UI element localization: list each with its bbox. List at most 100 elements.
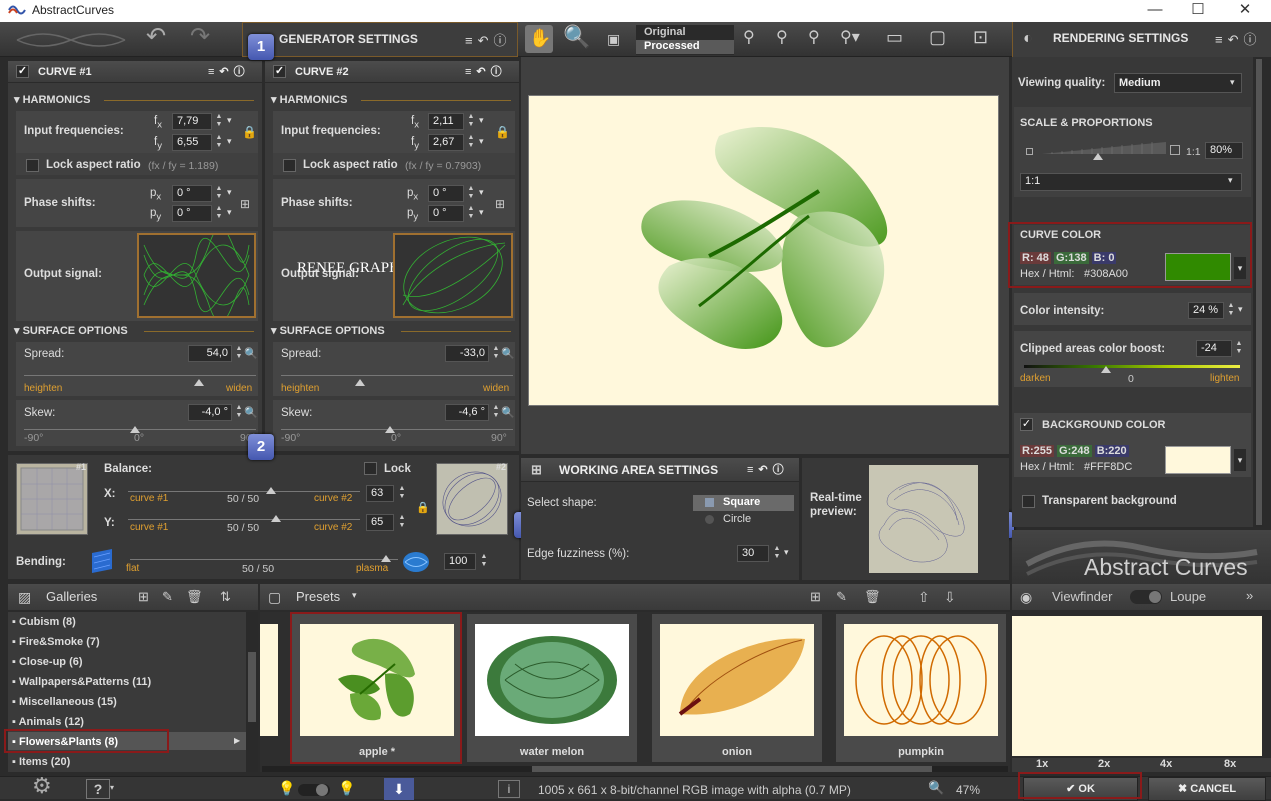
fy-input[interactable]: 6,55 <box>172 134 212 151</box>
preset-pumpkin[interactable]: pumpkin <box>836 614 1006 762</box>
py-input[interactable]: 0 ° <box>172 205 212 222</box>
skew-slider-track[interactable] <box>24 429 256 430</box>
scale-min-icon[interactable] <box>1026 148 1033 155</box>
info-icon[interactable]: i <box>498 780 520 798</box>
gallery-item-fire-smoke[interactable]: ▪ Fire&Smoke (7) <box>12 636 100 648</box>
processed-view-option[interactable]: Processed <box>636 40 734 54</box>
settings-gear-icon[interactable]: ⚙ <box>32 775 52 797</box>
lightbulb-off-icon[interactable]: 💡 <box>278 779 295 797</box>
loupe-label[interactable]: Loupe <box>1170 589 1206 604</box>
spread-slider-track[interactable] <box>24 375 256 376</box>
preset-import-icon[interactable]: ⇩ <box>944 588 956 606</box>
fy-dropdown[interactable]: ▾ <box>227 136 232 147</box>
presets-scrollbar[interactable] <box>262 766 1008 772</box>
zoom-4x[interactable]: 4x <box>1160 758 1172 770</box>
px-dropdown[interactable]: ▾ <box>227 187 232 198</box>
rendered-image[interactable] <box>528 95 999 406</box>
presets-scrollbar-thumb[interactable] <box>532 766 932 772</box>
undo-icon[interactable]: ↶ <box>146 25 166 49</box>
gallery-item-wallpapers[interactable]: ▪ Wallpapers&Patterns (11) <box>12 676 151 688</box>
bg-color-checkbox[interactable]: ✓ <box>1020 418 1033 431</box>
edge-spinner[interactable]: ▲ ▼ <box>771 545 783 562</box>
lock-aspect-checkbox[interactable] <box>26 159 39 172</box>
curve2-surface-section[interactable]: ▾ SURFACE OPTIONS <box>271 323 515 339</box>
spread-zoom-icon[interactable]: 🔍 <box>244 345 258 363</box>
lock-icon[interactable]: 🔒 <box>495 123 510 141</box>
fy-input[interactable]: 2,67 <box>428 134 464 151</box>
balance-lock-checkbox[interactable] <box>364 462 377 475</box>
close-button[interactable]: ✕ <box>1222 0 1268 22</box>
spread-zoom-icon[interactable]: 🔍 <box>501 345 515 363</box>
scale-handle[interactable] <box>1093 153 1103 160</box>
gallery-edit-icon[interactable]: ✎ <box>162 588 173 606</box>
skew-input[interactable]: -4,6 ° <box>445 404 489 421</box>
bg-hex-value[interactable]: #FFF8DC <box>1084 461 1132 473</box>
curve2-harmonics-section[interactable]: ▾ HARMONICS <box>271 92 515 108</box>
curve1-harmonics-section[interactable]: ▾ HARMONICS <box>14 92 258 108</box>
clipped-boost-input[interactable]: -24 <box>1196 340 1232 357</box>
bending-spinner[interactable]: ▲ ▼ <box>478 553 490 570</box>
color-intensity-input[interactable]: 24 % <box>1188 302 1224 319</box>
phase-link-icon[interactable]: ⊞ <box>495 195 505 213</box>
clipped-spinner[interactable]: ▲ ▼ <box>1233 340 1245 357</box>
gallery-item-items[interactable]: ▪ Items (20) <box>12 756 70 768</box>
hand-tool-button[interactable]: ✋ <box>525 25 553 53</box>
zoom-2x[interactable]: 2x <box>1098 758 1110 770</box>
skew-slider-track[interactable] <box>281 429 513 430</box>
zoom-icon[interactable]: 🔍 <box>563 26 590 48</box>
redo-icon[interactable]: ↷ <box>190 25 210 49</box>
preset-water-melon[interactable]: water melon <box>467 614 637 762</box>
canvas-area[interactable] <box>521 57 1009 454</box>
balance-x-handle[interactable] <box>266 487 276 494</box>
light-toggle[interactable] <box>298 784 330 796</box>
help-dropdown[interactable]: ▾ <box>110 783 114 792</box>
curve1-header-buttons[interactable]: ≡↶ⓘ <box>208 61 250 83</box>
curve1-enable-checkbox[interactable]: ✓ <box>16 65 29 78</box>
curve1-surface-section[interactable]: ▾ SURFACE OPTIONS <box>14 323 258 339</box>
curve1-thumbnail[interactable] <box>16 463 88 535</box>
balance-y-spinner[interactable]: ▲ ▼ <box>396 514 408 531</box>
px-input[interactable]: 0 ° <box>428 185 464 202</box>
pin-remove-icon[interactable]: ⚲ <box>808 29 820 47</box>
preset-export-icon[interactable]: ⇧ <box>918 588 930 606</box>
ratio-select[interactable]: 1:1 <box>1020 173 1242 191</box>
py-spinner[interactable]: ▲ ▼ <box>213 205 225 222</box>
generator-header-buttons[interactable]: ≡↶ⓘ <box>465 23 511 58</box>
balance-lock-icon[interactable]: 🔒 <box>416 499 430 517</box>
phase-link-icon[interactable]: ⊞ <box>240 195 250 213</box>
lock-icon[interactable]: 🔒 <box>242 123 257 141</box>
py-dropdown[interactable]: ▾ <box>227 207 232 218</box>
image-icon[interactable]: ▣ <box>607 30 620 48</box>
fit-screen-icon[interactable]: ▢ <box>929 28 946 46</box>
expand-icon[interactable]: » <box>1246 588 1253 603</box>
gallery-item-animals[interactable]: ▪ Animals (12) <box>12 716 84 728</box>
fx-dropdown[interactable]: ▾ <box>227 115 232 126</box>
balance-y-input[interactable]: 65 <box>366 514 394 531</box>
preset-partial-thumb[interactable] <box>260 624 278 736</box>
gallery-item-close-up[interactable]: ▪ Close-up (6) <box>12 656 83 668</box>
fy-dropdown[interactable]: ▾ <box>479 136 484 147</box>
preset-edit-icon[interactable]: ✎ <box>836 588 847 606</box>
py-spinner[interactable]: ▲ ▼ <box>465 205 477 222</box>
spread-slider-handle[interactable] <box>355 379 365 386</box>
edge-dropdown[interactable]: ▾ <box>784 547 789 558</box>
skew-zoom-icon[interactable]: 🔍 <box>244 404 258 422</box>
fy-spinner[interactable]: ▲ ▼ <box>213 134 225 151</box>
balance-x-input[interactable]: 63 <box>366 485 394 502</box>
balance-y-handle[interactable] <box>271 515 281 522</box>
intensity-dropdown[interactable]: ▾ <box>1238 304 1243 315</box>
fx-spinner[interactable]: ▲ ▼ <box>465 113 477 130</box>
balance-x-spinner[interactable]: ▲ ▼ <box>396 485 408 502</box>
py-dropdown[interactable]: ▾ <box>479 207 484 218</box>
clipped-handle[interactable] <box>1101 366 1111 373</box>
galleries-scrollbar[interactable] <box>246 612 258 772</box>
one-to-one-label[interactable]: 1:1 <box>1186 146 1201 158</box>
plasma-icon[interactable] <box>402 551 430 573</box>
gallery-item-cubism[interactable]: ▪ Cubism (8) <box>12 616 76 628</box>
fx-input[interactable]: 2,11 <box>428 113 464 130</box>
presets-dropdown-icon[interactable]: ▾ <box>352 590 357 601</box>
view-toggle[interactable]: Original Processed <box>636 25 734 55</box>
px-spinner[interactable]: ▲ ▼ <box>213 185 225 202</box>
px-spinner[interactable]: ▲ ▼ <box>465 185 477 202</box>
bending-track[interactable] <box>130 559 398 560</box>
